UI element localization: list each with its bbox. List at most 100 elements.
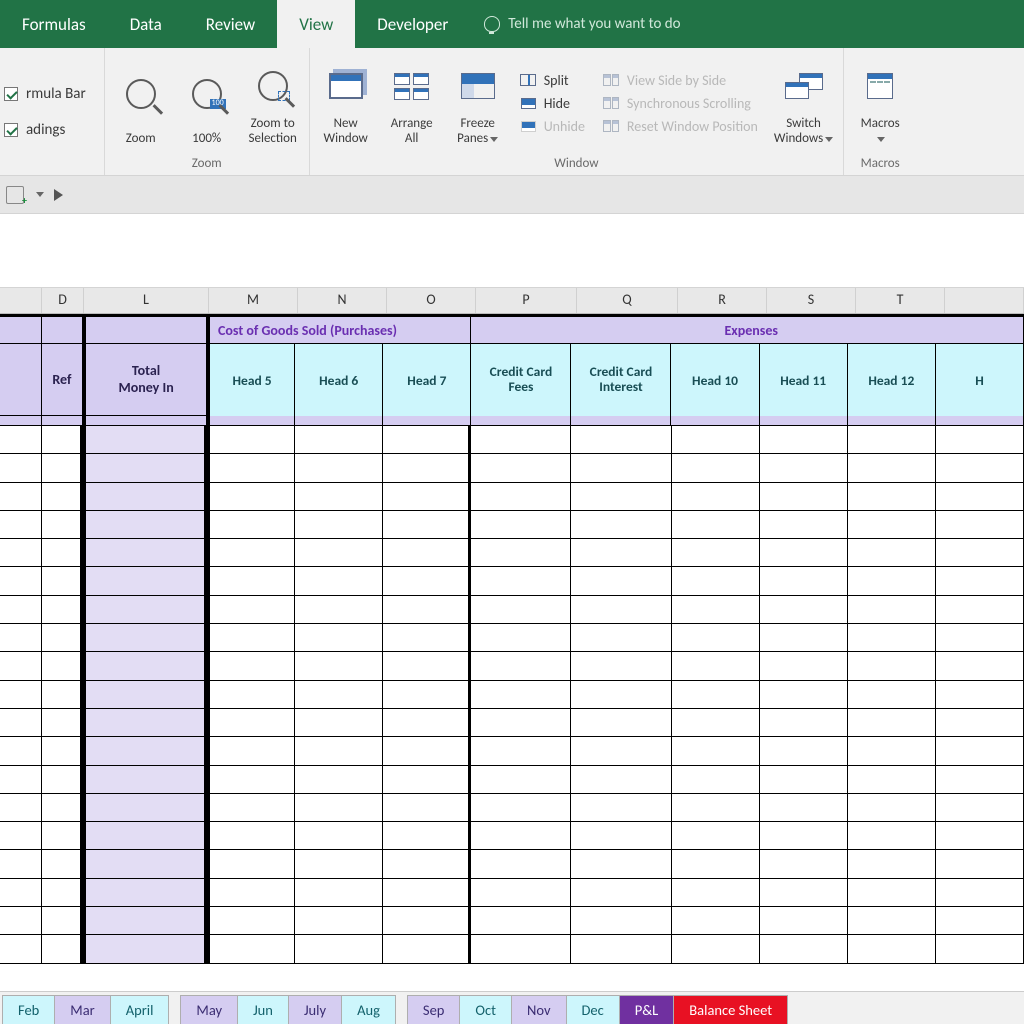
sheet-tab-feb[interactable]: Feb <box>2 995 55 1024</box>
unhide-button[interactable]: Unhide <box>516 117 589 136</box>
col-header-r[interactable]: R <box>678 288 767 313</box>
col-header-o[interactable]: O <box>387 288 476 313</box>
macros-group-label: Macros <box>852 154 908 175</box>
quick-access-strip <box>0 176 1024 214</box>
table-row[interactable] <box>0 850 1024 878</box>
tab-formulas[interactable]: Formulas <box>0 0 108 48</box>
checkmark-icon <box>4 123 18 137</box>
col-header-m[interactable]: M <box>209 288 298 313</box>
spreadsheet-grid[interactable]: Cost of Goods Sold (Purchases) Expenses … <box>0 314 1024 964</box>
header-head12: Head 12 <box>848 344 936 416</box>
sheet-tab-july[interactable]: July <box>288 995 342 1024</box>
macros-group: Macros Macros <box>844 48 916 175</box>
tell-me-placeholder: Tell me what you want to do <box>508 15 680 33</box>
formula-bar-area[interactable] <box>0 214 1024 288</box>
ribbon-body: rmula Bar adings Zoom 100 100% Zoom toSe… <box>0 48 1024 176</box>
sheet-tab-dec[interactable]: Dec <box>566 995 620 1024</box>
table-row[interactable] <box>0 624 1024 652</box>
header-head10: Head 10 <box>671 344 759 416</box>
sheet-tab-may[interactable]: May <box>180 995 238 1024</box>
table-row[interactable] <box>0 483 1024 511</box>
headings-checkbox[interactable]: adings <box>4 121 86 139</box>
table-row[interactable] <box>0 935 1024 963</box>
table-row[interactable] <box>0 737 1024 765</box>
lightbulb-icon <box>484 16 500 32</box>
col-header-d[interactable]: D <box>42 288 84 313</box>
table-row[interactable] <box>0 454 1024 482</box>
col-header-n[interactable]: N <box>298 288 387 313</box>
magnifier-icon <box>126 79 156 109</box>
table-row[interactable] <box>0 822 1024 850</box>
zoom-to-selection-button[interactable]: Zoom toSelection <box>245 57 301 149</box>
sheet-tab-nov[interactable]: Nov <box>511 995 567 1024</box>
play-icon[interactable] <box>54 189 63 201</box>
sheet-tab-pl[interactable]: P&L <box>619 995 674 1024</box>
col-header[interactable] <box>0 288 42 313</box>
tab-view[interactable]: View <box>277 0 355 48</box>
unhide-icon <box>521 121 536 132</box>
table-row[interactable] <box>0 426 1024 454</box>
split-icon <box>520 74 536 86</box>
split-button[interactable]: Split <box>516 71 589 90</box>
sheet-tab-jun[interactable]: Jun <box>237 995 289 1024</box>
table-row[interactable] <box>0 596 1024 624</box>
magnifier-selection-icon <box>258 71 288 101</box>
new-window-button[interactable]: NewWindow <box>318 57 374 149</box>
table-row[interactable] <box>0 794 1024 822</box>
header-head7: Head 7 <box>383 344 471 416</box>
freeze-panes-icon <box>461 73 495 99</box>
arrange-all-icon <box>394 73 429 100</box>
chevron-down-icon <box>877 137 885 142</box>
window-group: NewWindow ArrangeAll FreezePanes Split H… <box>310 48 845 175</box>
macros-button[interactable]: Macros <box>852 57 908 149</box>
formula-bar-label: rmula Bar <box>26 85 86 103</box>
header-cut: H <box>936 344 1024 416</box>
magnifier-100-icon: 100 <box>192 79 222 109</box>
tab-developer[interactable]: Developer <box>355 0 470 48</box>
arrange-all-button[interactable]: ArrangeAll <box>384 57 440 149</box>
new-window-icon <box>329 73 363 99</box>
table-row[interactable] <box>0 766 1024 794</box>
sheet-tab-sep[interactable]: Sep <box>407 995 461 1024</box>
table-row[interactable] <box>0 652 1024 680</box>
view-side-by-side-button[interactable]: View Side by Side <box>599 71 762 90</box>
side-by-side-icon <box>603 74 619 86</box>
table-row[interactable] <box>0 879 1024 907</box>
formula-bar-checkbox[interactable]: rmula Bar <box>4 85 86 103</box>
tab-data[interactable]: Data <box>108 0 184 48</box>
tab-review[interactable]: Review <box>184 0 277 48</box>
sheet-tab-balance-sheet[interactable]: Balance Sheet <box>673 995 788 1024</box>
sheet-tab-bar: Feb Mar April May Jun July Aug Sep Oct N… <box>0 991 1024 1024</box>
tell-me-search[interactable]: Tell me what you want to do <box>470 0 694 48</box>
switch-windows-button[interactable]: SwitchWindows <box>772 57 835 149</box>
table-row[interactable] <box>0 709 1024 737</box>
table-row[interactable] <box>0 567 1024 595</box>
sheet-tab-april[interactable]: April <box>110 995 170 1024</box>
chevron-down-icon[interactable] <box>36 192 44 197</box>
synchronous-scrolling-button[interactable]: Synchronous Scrolling <box>599 94 762 113</box>
col-header-q[interactable]: Q <box>577 288 678 313</box>
sheet-tab-mar[interactable]: Mar <box>54 995 110 1024</box>
chevron-down-icon <box>490 137 498 142</box>
sync-scroll-icon <box>603 97 619 109</box>
hide-button[interactable]: Hide <box>516 94 589 113</box>
table-row[interactable] <box>0 539 1024 567</box>
table-row[interactable] <box>0 907 1024 935</box>
freeze-panes-button[interactable]: FreezePanes <box>450 57 506 149</box>
col-header-s[interactable]: S <box>767 288 856 313</box>
sheet-tab-aug[interactable]: Aug <box>341 995 396 1024</box>
checkmark-icon <box>4 87 18 101</box>
col-header-t[interactable]: T <box>856 288 945 313</box>
zoom-100-button[interactable]: 100 100% <box>179 57 235 149</box>
zoom-button[interactable]: Zoom <box>113 57 169 149</box>
col-header-l[interactable]: L <box>84 288 209 313</box>
col-header-p[interactable]: P <box>476 288 577 313</box>
reset-window-position-button[interactable]: Reset Window Position <box>599 117 762 136</box>
section-cogs: Cost of Goods Sold (Purchases) <box>207 314 471 344</box>
paste-icon[interactable] <box>6 186 24 204</box>
table-row[interactable] <box>0 681 1024 709</box>
header-head5: Head 5 <box>207 344 295 416</box>
table-row[interactable] <box>0 511 1024 539</box>
header-cc-interest: Credit CardInterest <box>571 344 671 416</box>
sheet-tab-oct[interactable]: Oct <box>459 995 512 1024</box>
